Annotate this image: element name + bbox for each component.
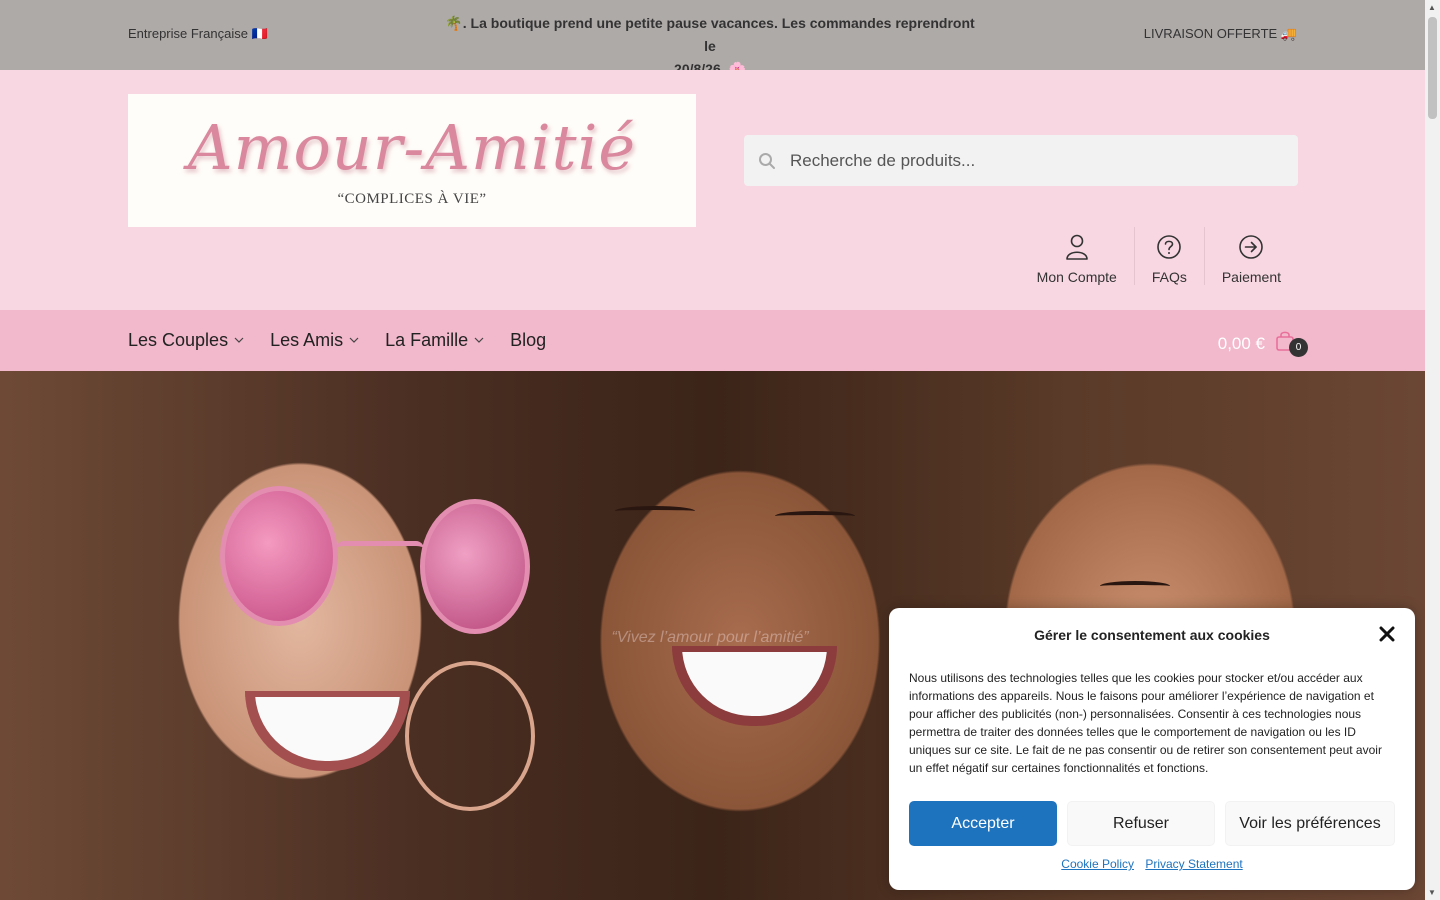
- view-preferences-button[interactable]: Voir les préférences: [1225, 801, 1395, 846]
- hero-overlay-text: “Vivez l’amour pour l’amitié”: [611, 629, 809, 646]
- account-links: Mon Compte FAQs Paiement: [1020, 227, 1298, 285]
- nav-item-les-couples[interactable]: Les Couples: [128, 330, 244, 351]
- product-search: [744, 135, 1298, 186]
- main-menu: Les Couples Les Amis La Famille Blog: [128, 330, 572, 351]
- mini-cart[interactable]: 0,00 € 0: [1217, 330, 1308, 357]
- cart-count-badge: 0: [1289, 338, 1308, 357]
- account-link-paiement[interactable]: Paiement: [1203, 227, 1298, 285]
- main-navigation-bar: Les Couples Les Amis La Famille Blog 0,0…: [0, 310, 1425, 371]
- search-icon[interactable]: [744, 152, 790, 170]
- chevron-down-icon: [349, 335, 359, 346]
- shopping-bag-icon: 0: [1275, 330, 1308, 357]
- hero-photo-detail: [245, 691, 410, 771]
- account-link-label: FAQs: [1151, 269, 1187, 285]
- accept-button[interactable]: Accepter: [909, 801, 1057, 846]
- nav-item-label: Les Amis: [270, 330, 344, 350]
- account-link-label: Paiement: [1221, 269, 1281, 285]
- cookie-dialog-links: Cookie Policy Privacy Statement: [889, 857, 1415, 871]
- hero-photo-detail: [615, 506, 695, 516]
- topbar-shipping-label: LIVRAISON OFFERTE 🚚: [1143, 26, 1297, 41]
- hero-photo-detail: [672, 646, 837, 726]
- page-scrollbar[interactable]: ▲ ▼: [1425, 0, 1440, 900]
- hero-photo-detail: [336, 541, 424, 549]
- refuse-button[interactable]: Refuser: [1067, 801, 1215, 846]
- hero-photo-detail: [405, 661, 535, 811]
- nav-item-label: Les Couples: [128, 330, 229, 350]
- logo-tagline: “COMPLICES À VIE”: [337, 191, 487, 207]
- nav-item-label: Blog: [510, 330, 547, 350]
- cookie-policy-link[interactable]: Cookie Policy: [1061, 857, 1134, 871]
- user-icon: [1065, 234, 1089, 263]
- cookie-consent-dialog: Gérer le consentement aux cookies Nous u…: [889, 608, 1415, 890]
- account-link-label: Mon Compte: [1036, 269, 1117, 285]
- account-link-faqs[interactable]: FAQs: [1133, 227, 1204, 285]
- site-logo[interactable]: Amour-Amitié “COMPLICES À VIE”: [128, 94, 696, 227]
- announcement-line-1: 🌴. La boutique prend une petite pause va…: [445, 15, 975, 54]
- nav-item-blog[interactable]: Blog: [510, 330, 546, 351]
- question-icon: [1156, 234, 1182, 263]
- cart-total: 0,00 €: [1217, 333, 1265, 353]
- top-announcement-bar: Entreprise Française 🇫🇷 🌴. La boutique p…: [0, 0, 1425, 77]
- hero-photo-detail: [1100, 581, 1170, 591]
- arrow-right-circle-icon: [1238, 234, 1264, 263]
- hero-photo-detail: [775, 511, 855, 521]
- topbar-company-label: Entreprise Française 🇫🇷: [128, 26, 268, 41]
- privacy-statement-link[interactable]: Privacy Statement: [1145, 857, 1242, 871]
- nav-item-les-amis[interactable]: Les Amis: [270, 330, 359, 351]
- search-input[interactable]: [790, 150, 1270, 171]
- nav-item-label: La Famille: [385, 330, 469, 350]
- chevron-down-icon: [474, 335, 484, 346]
- hero-photo-detail: [220, 486, 338, 626]
- scrollbar-thumb[interactable]: [1428, 17, 1437, 119]
- cookie-dialog-buttons: Accepter Refuser Voir les préférences: [909, 801, 1395, 846]
- cookie-dialog-title: Gérer le consentement aux cookies: [1034, 627, 1270, 643]
- hero-photo-detail: [420, 499, 530, 634]
- logo-script-text: Amour-Amitié: [187, 111, 637, 184]
- account-link-mon-compte[interactable]: Mon Compte: [1020, 227, 1134, 285]
- scroll-up-arrow-icon[interactable]: ▲: [1428, 3, 1436, 12]
- nav-item-la-famille[interactable]: La Famille: [385, 330, 484, 351]
- scroll-down-arrow-icon[interactable]: ▼: [1428, 888, 1436, 897]
- close-icon[interactable]: [1379, 625, 1395, 645]
- site-header: Amour-Amitié “COMPLICES À VIE” Mon Compt…: [0, 70, 1425, 310]
- chevron-down-icon: [234, 335, 244, 346]
- cookie-dialog-text: Nous utilisons des technologies telles q…: [909, 671, 1382, 775]
